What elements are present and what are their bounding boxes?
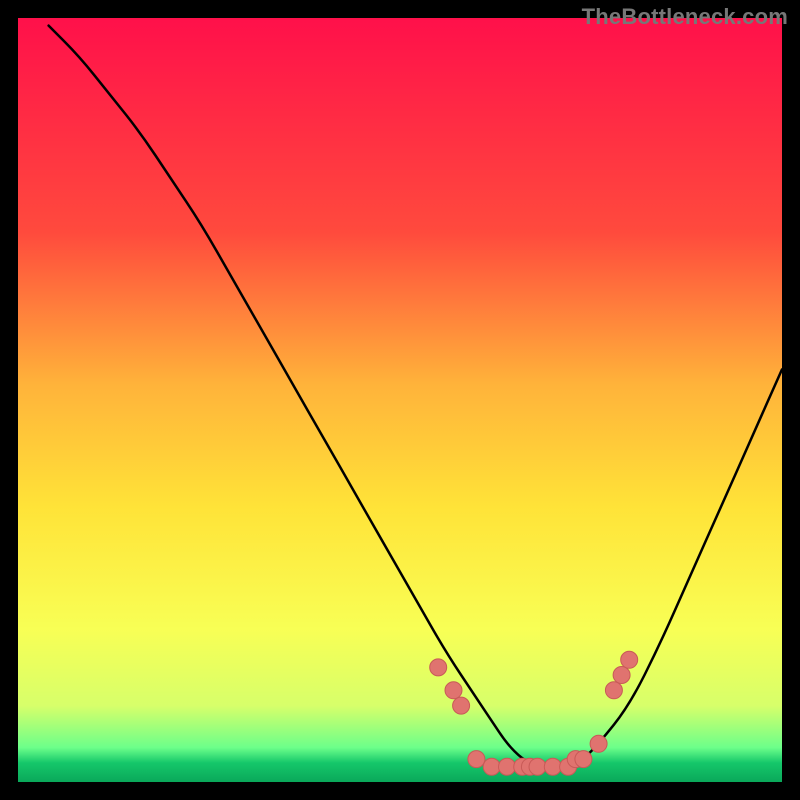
plot-area: [18, 18, 782, 782]
chart-stage: TheBottleneck.com: [0, 0, 800, 800]
watermark-text: TheBottleneck.com: [582, 4, 788, 30]
plot-svg: [18, 18, 782, 782]
